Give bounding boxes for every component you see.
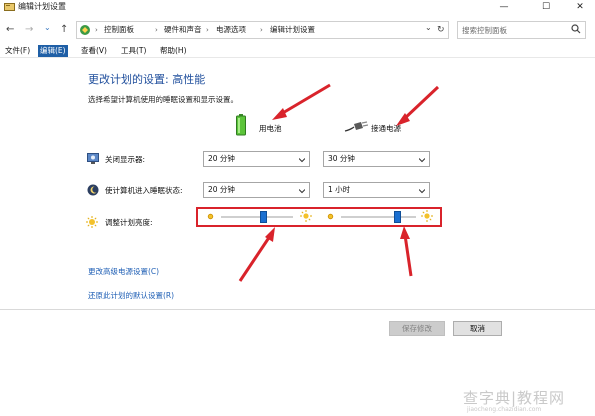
- site-watermark: 查字典|教程网 jiaocheng.chazidian.com: [463, 387, 591, 415]
- save-changes-button[interactable]: 保存修改: [389, 321, 445, 336]
- restore-defaults-link[interactable]: 还原此计划的默认设置(R): [88, 291, 174, 301]
- footer-divider: [0, 309, 595, 310]
- advanced-power-settings-link[interactable]: 更改高级电源设置(C): [88, 267, 159, 277]
- arrow-to-plugged-column: [402, 85, 440, 121]
- arrow-to-plugged-slider: [403, 234, 413, 277]
- arrow-to-battery-column: [280, 83, 331, 116]
- annotation-arrows: [238, 83, 440, 282]
- watermark-title: 查字典|教程网: [463, 389, 566, 407]
- arrow-to-battery-slider: [238, 235, 272, 282]
- cancel-button[interactable]: 取消: [453, 321, 502, 336]
- watermark-url: jiaocheng.chazidian.com: [467, 406, 542, 413]
